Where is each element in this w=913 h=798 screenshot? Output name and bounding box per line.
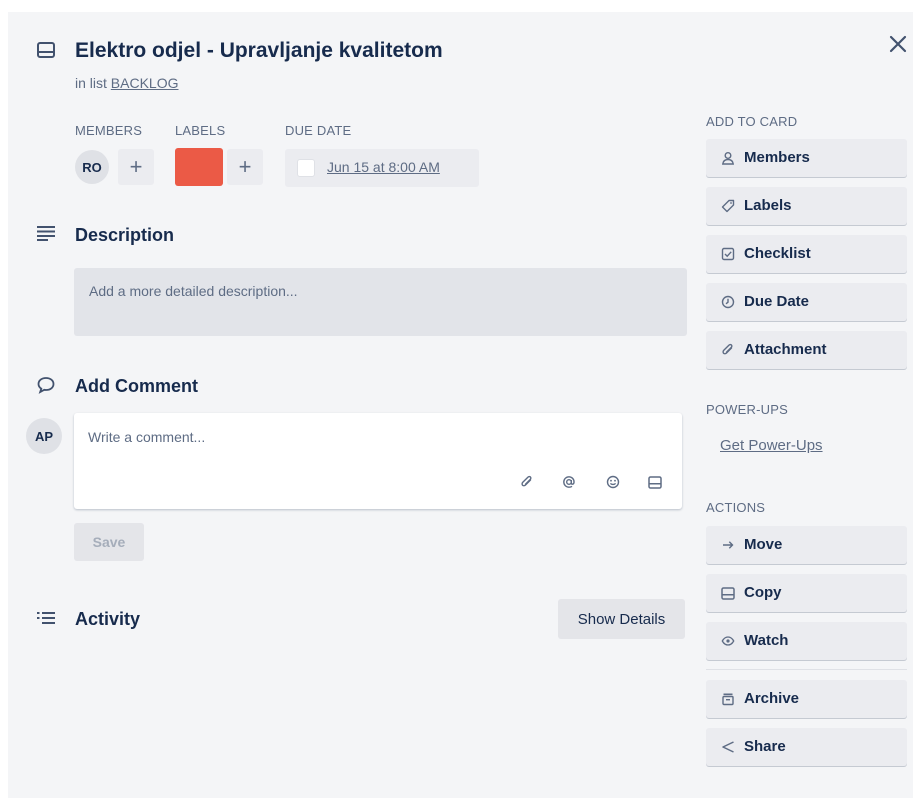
comment-input[interactable]: Write a comment... (74, 413, 682, 509)
add-member-button[interactable]: + (118, 149, 154, 185)
copy-button[interactable]: Copy (706, 574, 907, 612)
get-power-ups-link[interactable]: Get Power-Ups (720, 437, 823, 454)
due-date-heading: DUE DATE (285, 123, 352, 138)
activity-title: Activity (75, 609, 141, 629)
eye-icon (720, 633, 736, 649)
due-date-value[interactable]: Jun 15 at 8:00 AM (327, 159, 440, 175)
show-details-button[interactable]: Show Details (558, 599, 685, 639)
activity-icon (37, 611, 55, 627)
members-button-label: Members (744, 149, 810, 166)
comment-icon (37, 376, 55, 394)
person-icon (720, 150, 736, 166)
description-title: Description (75, 225, 175, 245)
due-date-button-label: Due Date (744, 293, 810, 310)
move-button[interactable]: Move (706, 526, 907, 564)
list-link[interactable]: BACKLOG (111, 75, 179, 91)
attachment-icon[interactable] (516, 471, 538, 493)
attachment-button-label: Attachment (744, 341, 827, 358)
list-reference: in list BACKLOG (75, 75, 179, 91)
add-label-button[interactable]: + (227, 149, 263, 185)
arrow-right-icon (720, 537, 736, 553)
actions-heading: ACTIONS (706, 500, 766, 515)
archive-button-label: Archive (744, 690, 800, 707)
emoji-icon[interactable] (602, 471, 624, 493)
add-to-card-heading: ADD TO CARD (706, 114, 798, 129)
current-user-avatar[interactable]: AP (26, 418, 62, 454)
labels-button-label: Labels (744, 197, 792, 214)
clock-icon (720, 294, 736, 310)
mention-icon[interactable] (558, 471, 580, 493)
archive-button[interactable]: Archive (706, 680, 907, 718)
checklist-button-label: Checklist (744, 245, 811, 262)
card-title[interactable]: Elektro odjel - Upravljanje kvalitetom (75, 39, 443, 63)
tag-icon (720, 198, 736, 214)
description-field[interactable]: Add a more detailed description... (74, 268, 687, 336)
share-button-label: Share (744, 738, 786, 755)
checklist-button[interactable]: Checklist (706, 235, 907, 273)
close-icon[interactable] (884, 30, 912, 58)
archive-icon (720, 691, 736, 707)
due-date-badge[interactable]: Jun 15 at 8:00 AM (285, 149, 479, 187)
members-button[interactable]: Members (706, 139, 907, 177)
labels-heading: LABELS (175, 123, 226, 138)
share-icon (720, 739, 736, 755)
actions-divider (706, 669, 907, 670)
comment-placeholder: Write a comment... (88, 429, 206, 445)
watch-button[interactable]: Watch (706, 622, 907, 660)
member-avatar[interactable]: RO (75, 150, 109, 184)
label-red[interactable] (175, 148, 223, 186)
description-placeholder: Add a more detailed description... (89, 283, 298, 299)
labels-button[interactable]: Labels (706, 187, 907, 225)
card-icon (37, 42, 55, 58)
in-list-prefix: in list (75, 75, 107, 91)
save-button[interactable]: Save (74, 523, 144, 561)
power-ups-heading: POWER-UPS (706, 402, 788, 417)
watch-button-label: Watch (744, 632, 789, 649)
due-date-button[interactable]: Due Date (706, 283, 907, 321)
copy-button-label: Copy (744, 584, 782, 601)
share-button[interactable]: Share (706, 728, 907, 766)
card-icon (720, 585, 736, 601)
paperclip-icon (720, 342, 736, 358)
attachment-button[interactable]: Attachment (706, 331, 907, 369)
members-heading: MEMBERS (75, 123, 143, 138)
move-button-label: Move (744, 536, 783, 553)
description-icon (37, 225, 55, 241)
card-icon[interactable] (644, 471, 666, 493)
due-complete-checkbox[interactable] (297, 159, 315, 177)
checklist-icon (720, 246, 736, 262)
add-comment-title: Add Comment (75, 376, 198, 396)
